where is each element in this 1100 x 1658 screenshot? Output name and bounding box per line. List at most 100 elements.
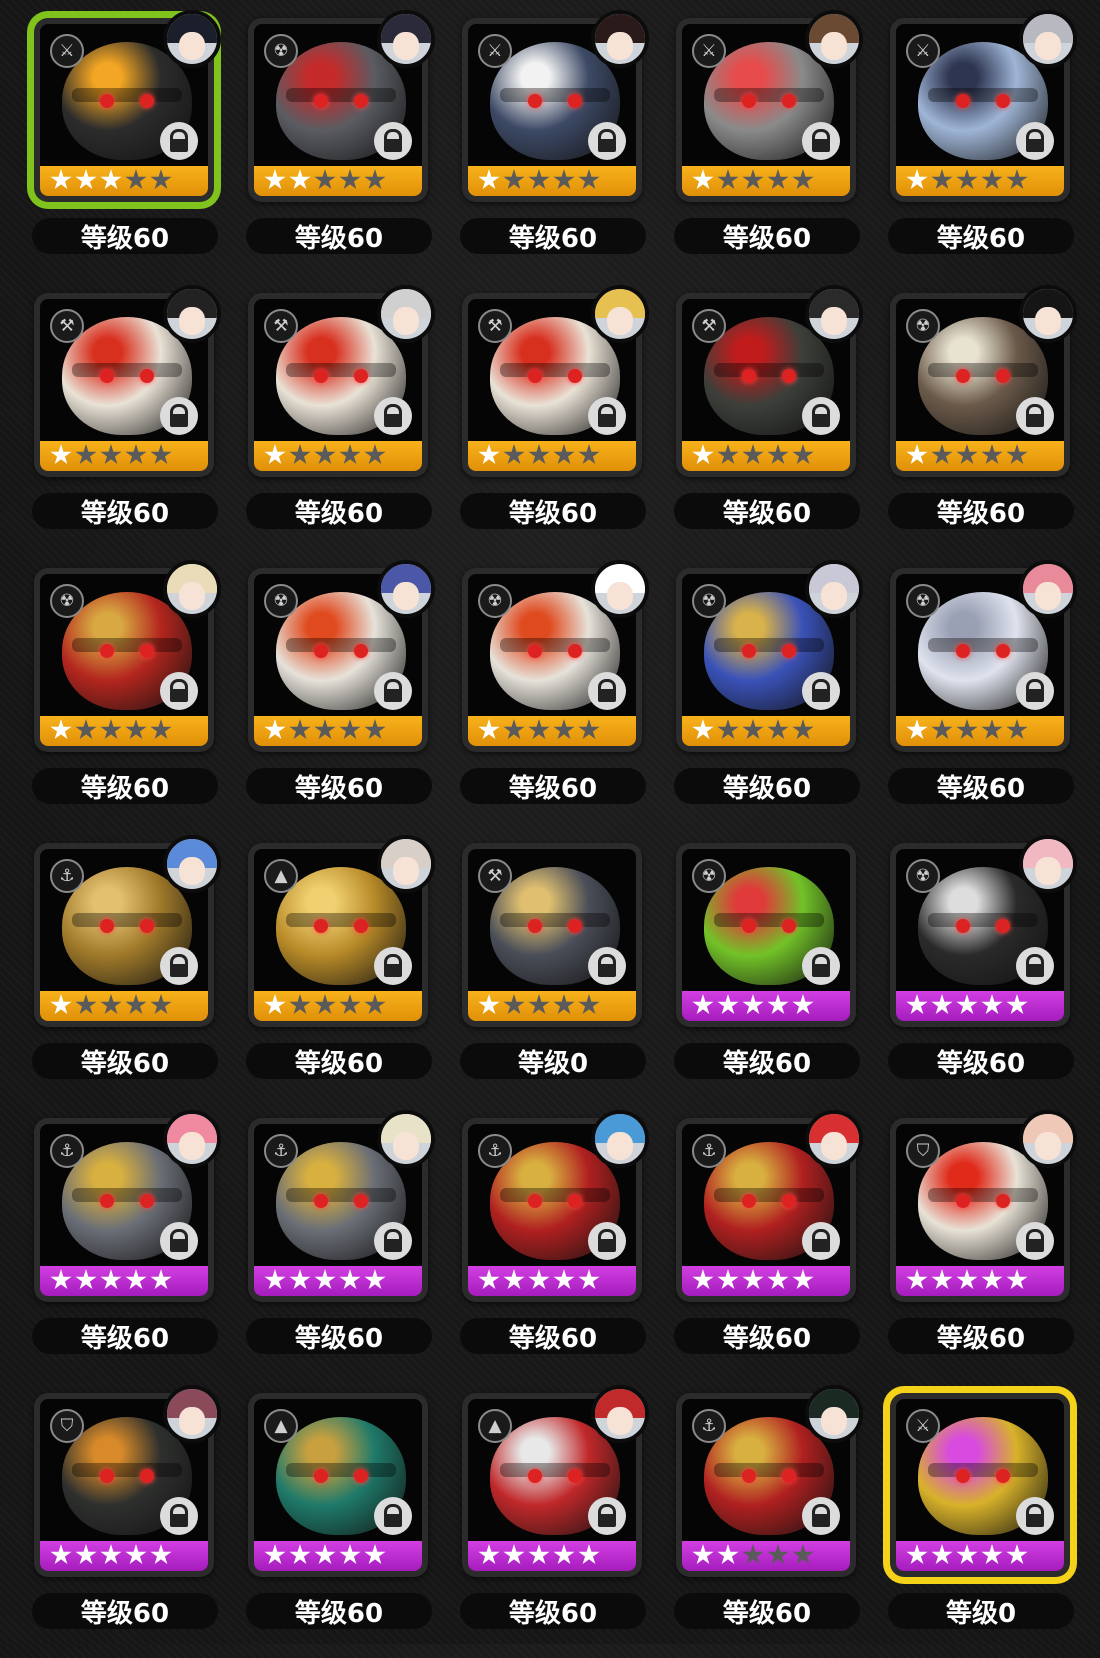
lock-icon[interactable] — [802, 122, 840, 160]
lock-body — [170, 1239, 188, 1252]
bangboo-eye — [568, 369, 582, 383]
lock-icon[interactable] — [160, 1497, 198, 1535]
lock-icon[interactable] — [802, 1222, 840, 1260]
star-icon — [981, 169, 1003, 190]
bangboo-visor — [72, 638, 182, 652]
bangboo-slot[interactable]: ☢ 等级60 — [30, 558, 244, 833]
bangboo-slot[interactable]: ⛉ 等级60 — [886, 1108, 1100, 1383]
bangboo-slot[interactable]: ⚓ 等级60 — [458, 1108, 672, 1383]
bangboo-card[interactable]: ⚔ — [890, 1393, 1070, 1577]
bangboo-slot[interactable]: ☢ 等级60 — [886, 558, 1100, 833]
bangboo-slot[interactable]: ⚒ 等级60 — [458, 283, 672, 558]
bangboo-card[interactable]: ☢ — [676, 843, 856, 1027]
bangboo-eye — [996, 644, 1010, 658]
bangboo-slot[interactable]: ☢ 等级60 — [672, 558, 886, 833]
lock-icon[interactable] — [588, 947, 626, 985]
level-label: 等级60 — [674, 768, 860, 804]
lock-icon[interactable] — [588, 122, 626, 160]
bangboo-slot[interactable]: ⛉ 等级60 — [30, 1383, 244, 1658]
lock-icon[interactable] — [588, 1497, 626, 1535]
bangboo-visor — [714, 88, 824, 102]
level-label: 等级60 — [32, 768, 218, 804]
lock-icon[interactable] — [160, 947, 198, 985]
bangboo-slot[interactable]: ▲ 等级60 — [458, 1383, 672, 1658]
lock-body — [812, 1239, 830, 1252]
lock-icon[interactable] — [1016, 122, 1054, 160]
avatar-face — [607, 1407, 633, 1435]
bangboo-slot[interactable]: ⚔ 等级0 — [886, 1383, 1100, 1658]
bangboo-slot[interactable]: ☢ 等级60 — [244, 8, 458, 283]
lock-body — [384, 964, 402, 977]
bangboo-slot[interactable]: ⚔ 等级60 — [458, 8, 672, 283]
lock-body — [170, 964, 188, 977]
agent-avatar — [1019, 10, 1077, 68]
star-icon — [931, 444, 953, 465]
bangboo-eye — [782, 94, 796, 108]
bangboo-slot[interactable]: ⚓ 等级60 — [672, 1108, 886, 1383]
lock-icon[interactable] — [374, 672, 412, 710]
bangboo-slot[interactable]: ⚒ 等级60 — [244, 283, 458, 558]
lock-icon[interactable] — [160, 672, 198, 710]
lock-icon[interactable] — [802, 672, 840, 710]
avatar-face — [821, 582, 847, 610]
bangboo-slot[interactable]: ⚒ 等级60 — [30, 283, 244, 558]
bangboo-eye — [354, 94, 368, 108]
bangboo-slot[interactable]: ☢ 等级60 — [244, 558, 458, 833]
lock-icon[interactable] — [374, 947, 412, 985]
star-rating — [264, 1544, 386, 1566]
bangboo-slot[interactable]: ⚓ 等级60 — [244, 1108, 458, 1383]
lock-icon[interactable] — [1016, 1222, 1054, 1260]
bangboo-slot[interactable]: ☢ 等级60 — [672, 833, 886, 1108]
bangboo-slot[interactable]: ⚓ 等级60 — [30, 1108, 244, 1383]
bangboo-slot[interactable]: ☢ 等级60 — [458, 558, 672, 833]
bangboo-slot[interactable]: ⚓ 等级60 — [672, 1383, 886, 1658]
lock-icon[interactable] — [802, 947, 840, 985]
rank-band — [40, 1266, 208, 1296]
star-icon — [264, 994, 286, 1015]
lock-body — [598, 1514, 616, 1527]
star-icon — [981, 444, 1003, 465]
lock-icon[interactable] — [374, 1222, 412, 1260]
lock-icon[interactable] — [374, 1497, 412, 1535]
lock-icon[interactable] — [160, 1222, 198, 1260]
lock-icon[interactable] — [588, 1222, 626, 1260]
lock-icon[interactable] — [1016, 672, 1054, 710]
bangboo-visor — [72, 913, 182, 927]
bangboo-eye — [354, 1469, 368, 1483]
bangboo-slot[interactable]: ⚒ 等级60 — [672, 283, 886, 558]
bangboo-eye — [568, 1469, 582, 1483]
rank-band — [40, 991, 208, 1021]
lock-icon[interactable] — [802, 1497, 840, 1535]
bangboo-slot[interactable]: ▲ 等级60 — [244, 1383, 458, 1658]
shield-icon: ⛉ — [906, 1134, 940, 1168]
star-icon — [478, 1544, 500, 1565]
bangboo-slot[interactable]: ☢ 等级60 — [886, 283, 1100, 558]
lock-icon[interactable] — [1016, 947, 1054, 985]
lock-icon[interactable] — [588, 397, 626, 435]
lock-icon[interactable] — [374, 397, 412, 435]
level-label: 等级60 — [460, 768, 646, 804]
bangboo-slot[interactable]: ⚔ 等级60 — [30, 8, 244, 283]
bangboo-eye — [314, 919, 328, 933]
lock-icon[interactable] — [802, 397, 840, 435]
lock-icon[interactable] — [588, 672, 626, 710]
bangboo-slot[interactable]: ⚔ 等级60 — [886, 8, 1100, 283]
bangboo-card[interactable]: ▲ — [248, 1393, 428, 1577]
bangboo-slot[interactable]: ⚔ 等级60 — [672, 8, 886, 283]
bangboo-eye — [956, 1469, 970, 1483]
avatar-face — [1035, 857, 1061, 885]
star-rating — [478, 169, 600, 191]
bangboo-visor — [500, 1188, 610, 1202]
star-icon — [75, 719, 97, 740]
lock-icon[interactable] — [160, 122, 198, 160]
bangboo-slot[interactable]: ▲ 等级60 — [244, 833, 458, 1108]
level-label: 等级60 — [246, 768, 432, 804]
lock-icon[interactable] — [374, 122, 412, 160]
bangboo-card[interactable]: ⚒ — [462, 843, 642, 1027]
bangboo-slot[interactable]: ⚓ 等级60 — [30, 833, 244, 1108]
lock-icon[interactable] — [1016, 1497, 1054, 1535]
bangboo-slot[interactable]: ☢ 等级60 — [886, 833, 1100, 1108]
lock-icon[interactable] — [160, 397, 198, 435]
bangboo-slot[interactable]: ⚒ 等级0 — [458, 833, 672, 1108]
lock-icon[interactable] — [1016, 397, 1054, 435]
